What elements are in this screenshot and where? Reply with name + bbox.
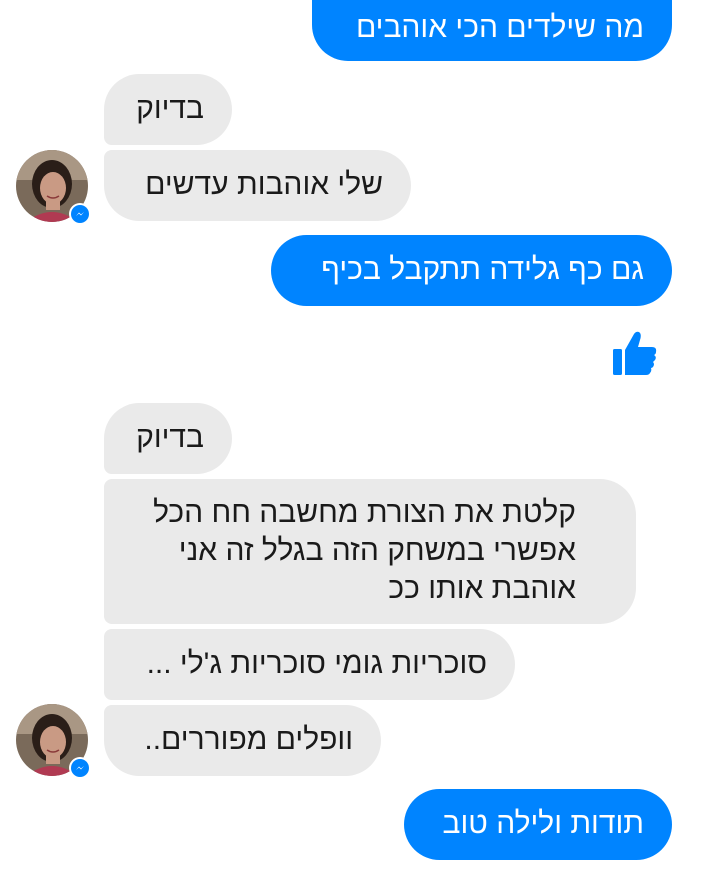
- received-message[interactable]: בדיוק: [104, 74, 232, 145]
- sent-message[interactable]: מה שילדים הכי אוהבים: [312, 0, 672, 61]
- messenger-icon: [69, 757, 91, 779]
- message-text: בדיוק: [136, 92, 204, 125]
- received-message[interactable]: וופלים מפוררים..: [104, 705, 381, 776]
- message-line: קלטת את הצורת מחשבה חח הכל: [153, 496, 576, 529]
- contact-avatar[interactable]: [16, 704, 91, 779]
- received-message[interactable]: בדיוק: [104, 403, 232, 474]
- sent-message[interactable]: גם כף גלידה תתקבל בכיף: [271, 235, 672, 306]
- received-message[interactable]: קלטת את הצורת מחשבה חח הכל אפשרי במשחק ה…: [104, 479, 636, 624]
- received-message[interactable]: סוכריות גומי סוכריות ג'לי ...: [104, 629, 515, 700]
- messenger-icon: [69, 203, 91, 225]
- message-text: תודות ולילה טוב: [442, 807, 644, 840]
- message-text: וופלים מפוררים..: [144, 723, 353, 756]
- message-line: אוהבת אותו ככ: [388, 572, 576, 605]
- message-text: מה שילדים הכי אוהבים: [355, 11, 644, 44]
- sent-message[interactable]: תודות ולילה טוב: [404, 789, 672, 860]
- received-message[interactable]: שלי אוהבות עדשים: [104, 150, 411, 221]
- message-text: גם כף גלידה תתקבל בכיף: [321, 253, 644, 286]
- message-text: בדיוק: [136, 421, 204, 454]
- message-text: שלי אוהבות עדשים: [145, 168, 383, 201]
- contact-avatar[interactable]: [16, 150, 91, 225]
- thumbs-up-icon[interactable]: [612, 330, 658, 376]
- message-text: סוכריות גומי סוכריות ג'לי ...: [146, 647, 487, 680]
- message-line: אפשרי במשחק הזה בגלל זה אני: [178, 534, 576, 567]
